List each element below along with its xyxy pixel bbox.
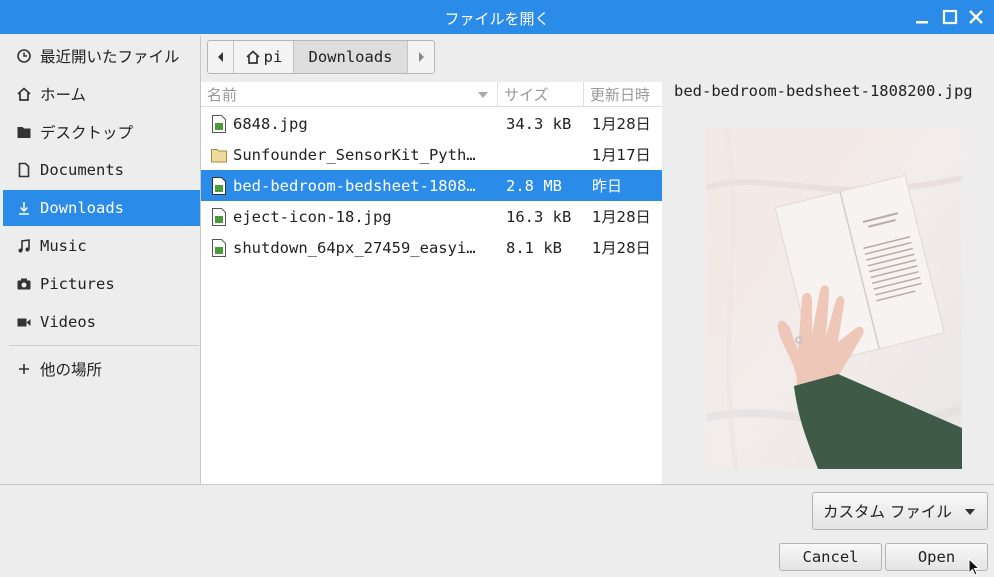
file-modified: 1月28日 bbox=[592, 115, 651, 133]
plus-icon bbox=[15, 360, 33, 378]
file-modified: 1月17日 bbox=[592, 146, 651, 164]
chevron-down-icon bbox=[965, 509, 975, 515]
document-icon bbox=[15, 161, 33, 179]
column-header-label: 名前 bbox=[207, 86, 238, 104]
sidebar-item-label: 他の場所 bbox=[40, 361, 103, 379]
video-icon bbox=[15, 313, 33, 331]
sidebar-item-pictures[interactable]: Pictures bbox=[3, 266, 200, 302]
minimize-icon bbox=[916, 21, 928, 24]
sidebar-item-downloads[interactable]: Downloads bbox=[3, 190, 200, 226]
path-segment-home[interactable]: pi bbox=[234, 41, 294, 73]
close-icon bbox=[969, 10, 983, 24]
file-size: 8.1 kB bbox=[506, 238, 562, 257]
places-sidebar: 最近開いたファイル ホーム デスクトップ Documents Downloads… bbox=[3, 36, 201, 484]
dialog-footer: カスタム ファイル Cancel Open bbox=[0, 484, 994, 577]
preview-filename: bed-bedroom-bedsheet-1808200.jpg bbox=[674, 82, 973, 100]
close-button[interactable] bbox=[966, 7, 986, 27]
file-row[interactable]: Sunfounder_SensorKit_Pyth… 1月17日 bbox=[201, 139, 662, 170]
file-size: 16.3 kB bbox=[506, 207, 572, 226]
path-segment-label: Downloads bbox=[308, 48, 393, 66]
file-row[interactable]: eject-icon-18.jpg 16.3 kB 1月28日 bbox=[201, 201, 662, 232]
file-modified: 1月28日 bbox=[592, 208, 651, 226]
sidebar-item-label: 最近開いたファイル bbox=[40, 48, 180, 66]
window-title: ファイルを開く bbox=[444, 10, 550, 28]
sidebar-item-home[interactable]: ホーム bbox=[3, 76, 200, 112]
image-file-icon bbox=[212, 115, 226, 133]
sidebar-item-label: Videos bbox=[40, 313, 96, 331]
file-name: Sunfounder_SensorKit_Pyth… bbox=[233, 145, 476, 164]
path-segment-downloads[interactable]: Downloads bbox=[294, 41, 408, 73]
maximize-icon bbox=[942, 9, 958, 25]
mouse-cursor-icon bbox=[968, 558, 981, 576]
file-name: eject-icon-18.jpg bbox=[233, 207, 392, 226]
filter-label: カスタム ファイル bbox=[823, 503, 952, 521]
sidebar-item-label: Downloads bbox=[40, 199, 124, 217]
title-bar: ファイルを開く bbox=[0, 0, 994, 34]
sidebar-item-label: Pictures bbox=[40, 275, 115, 293]
sidebar-item-label: デスクトップ bbox=[40, 124, 134, 142]
file-modified: 昨日 bbox=[592, 177, 623, 195]
file-size: 2.8 MB bbox=[506, 176, 562, 195]
sidebar-item-music[interactable]: Music bbox=[3, 228, 200, 264]
sidebar-item-label: ホーム bbox=[40, 86, 87, 104]
column-header-label: 更新日時 bbox=[590, 86, 651, 104]
file-row[interactable]: shutdown_64px_27459_easyi… 8.1 kB 1月28日 bbox=[201, 232, 662, 263]
column-header-size[interactable]: サイズ bbox=[498, 82, 584, 107]
image-file-icon bbox=[212, 239, 226, 257]
image-file-icon bbox=[212, 177, 226, 195]
folder-icon bbox=[211, 149, 227, 163]
column-headers: 名前 サイズ 更新日時 bbox=[201, 82, 662, 107]
path-forward-button[interactable] bbox=[408, 41, 434, 73]
sidebar-item-label: Music bbox=[40, 237, 87, 255]
image-file-icon bbox=[212, 208, 226, 226]
file-row[interactable]: bed-bedroom-bedsheet-1808… 2.8 MB 昨日 bbox=[201, 170, 662, 201]
path-bar: pi Downloads bbox=[207, 40, 435, 74]
column-header-modified[interactable]: 更新日時 bbox=[584, 82, 662, 107]
sort-down-icon bbox=[478, 92, 488, 98]
sidebar-item-videos[interactable]: Videos bbox=[3, 304, 200, 340]
file-list: 名前 サイズ 更新日時 6848.jpg 34.3 kB 1月28日 Sunfo… bbox=[201, 82, 662, 484]
file-filter-dropdown[interactable]: カスタム ファイル bbox=[812, 492, 988, 530]
column-header-label: サイズ bbox=[504, 86, 549, 104]
sidebar-item-desktop[interactable]: デスクトップ bbox=[3, 114, 200, 150]
file-modified: 1月28日 bbox=[592, 239, 651, 257]
file-size: 34.3 kB bbox=[506, 114, 572, 133]
preview-pane: bed-bedroom-bedsheet-1808200.jpg bbox=[662, 76, 994, 484]
folder-icon bbox=[15, 123, 33, 141]
camera-icon bbox=[15, 275, 33, 293]
maximize-button[interactable] bbox=[940, 7, 960, 27]
preview-image bbox=[706, 128, 962, 469]
music-icon bbox=[15, 237, 33, 255]
file-name: bed-bedroom-bedsheet-1808… bbox=[233, 176, 476, 195]
minimize-button[interactable] bbox=[912, 7, 932, 27]
file-size bbox=[506, 139, 584, 170]
file-name: 6848.jpg bbox=[233, 114, 308, 133]
file-row[interactable]: 6848.jpg 34.3 kB 1月28日 bbox=[201, 108, 662, 139]
sidebar-item-other-locations[interactable]: 他の場所 bbox=[3, 351, 200, 387]
sidebar-item-documents[interactable]: Documents bbox=[3, 152, 200, 188]
file-name: shutdown_64px_27459_easyi… bbox=[233, 238, 476, 257]
home-icon bbox=[15, 85, 33, 103]
cancel-button[interactable]: Cancel bbox=[779, 543, 882, 571]
column-header-name[interactable]: 名前 bbox=[201, 82, 498, 107]
download-icon bbox=[15, 199, 33, 217]
chevron-right-icon bbox=[419, 52, 424, 62]
sidebar-item-recent[interactable]: 最近開いたファイル bbox=[3, 38, 200, 74]
chevron-left-icon bbox=[217, 52, 223, 62]
sidebar-item-label: Documents bbox=[40, 161, 124, 179]
clock-icon bbox=[15, 47, 33, 65]
sidebar-separator bbox=[9, 345, 199, 346]
path-segment-label: pi bbox=[263, 48, 283, 66]
path-back-button[interactable] bbox=[208, 41, 234, 73]
home-icon bbox=[246, 50, 260, 64]
